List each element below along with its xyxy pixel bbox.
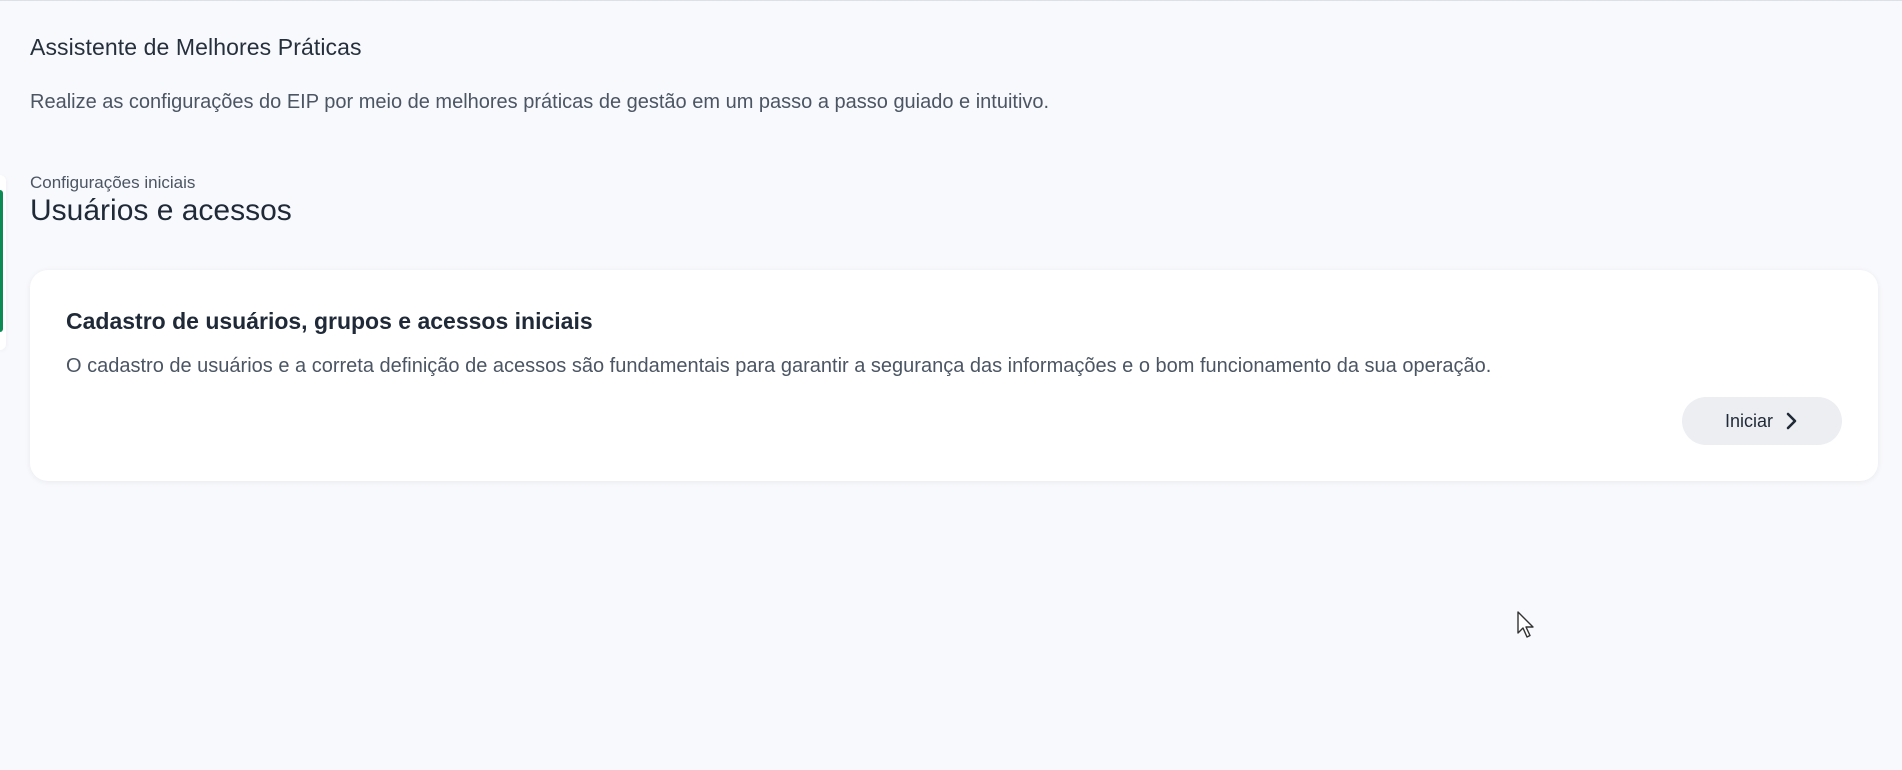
step-indicator-bar [0, 190, 3, 332]
task-card-title: Cadastro de usuários, grupos e acessos i… [66, 308, 593, 334]
page-description: Realize as configurações do EIP por meio… [30, 91, 1050, 113]
start-button-label: Iniciar [1724, 410, 1773, 431]
chevron-right-icon [1786, 412, 1797, 430]
task-card: Cadastro de usuários, grupos e acessos i… [30, 270, 1878, 481]
section-eyebrow: Configurações iniciais [30, 173, 196, 192]
section-title: Usuários e acessos [30, 194, 292, 227]
task-card-description: O cadastro de usuários e a correta defin… [66, 355, 1492, 377]
start-button[interactable]: Iniciar [1682, 397, 1842, 445]
page-title: Assistente de Melhores Práticas [30, 34, 362, 60]
top-divider [0, 0, 1902, 1]
mouse-cursor-icon [1517, 611, 1534, 638]
